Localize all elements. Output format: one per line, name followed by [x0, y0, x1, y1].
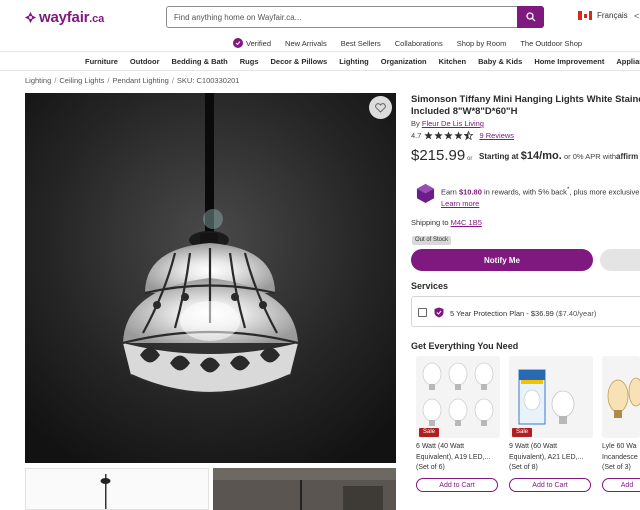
language-toggle[interactable]: Français [578, 11, 628, 20]
wayfair-logo[interactable]: wayfair.ca [24, 9, 104, 26]
breadcrumb-pendant-lighting[interactable]: Pendant Lighting [113, 76, 169, 85]
half-star-icon [464, 131, 474, 140]
rating-stars [424, 131, 474, 140]
services-heading: Services [411, 281, 449, 291]
breadcrumb-sku: SKU: C100330201 [176, 76, 240, 85]
rewards-gem-icon [416, 184, 435, 203]
top-link-best-sellers[interactable]: Best Sellers [341, 39, 381, 48]
category-organization[interactable]: Organization [381, 57, 427, 66]
search-button[interactable] [517, 6, 544, 28]
search-icon [525, 12, 535, 22]
product-image[interactable] [602, 356, 640, 438]
top-link-new-arrivals[interactable]: New Arrivals [285, 39, 327, 48]
product-rating: 4.7 9 Reviews [411, 131, 514, 140]
add-to-cart-button[interactable]: Add to Cart [416, 478, 498, 492]
rating-value: 4.7 [411, 131, 422, 140]
affirm-logo[interactable]: affirm [616, 152, 638, 161]
product-main-image[interactable] [25, 93, 396, 463]
top-link-collaborations[interactable]: Collaborations [395, 39, 443, 48]
product-brand: By Fleur De Lis Living [411, 119, 484, 128]
star-icon [424, 131, 434, 140]
reviews-link[interactable]: 9 Reviews [479, 131, 514, 140]
shield-icon [434, 307, 444, 318]
top-link-shop-by-room[interactable]: Shop by Room [457, 39, 507, 48]
sale-badge: Sale [419, 428, 440, 437]
category-baby-kids[interactable]: Baby & Kids [478, 57, 522, 66]
secondary-action-button[interactable] [600, 249, 640, 271]
protection-plan-label: 5 Year Protection Plan - $36.99 ($7.40/y… [450, 309, 597, 318]
top-links: Verified New Arrivals Best Sellers Colla… [233, 37, 596, 49]
notify-me-button[interactable]: Notify Me [411, 249, 593, 271]
sale-badge: Sale [512, 428, 533, 437]
logo-text: wayfair.ca [39, 9, 104, 26]
category-bedding-bath[interactable]: Bedding & Bath [172, 57, 228, 66]
recommendations-heading: Get Everything You Need [411, 341, 519, 351]
site-header: wayfair.ca Français < [0, 0, 640, 36]
breadcrumb-lighting[interactable]: Lighting [25, 76, 51, 85]
search-input[interactable] [167, 7, 517, 27]
category-appliances[interactable]: Appliances [616, 57, 640, 66]
category-rugs[interactable]: Rugs [240, 57, 259, 66]
product-price: $215.99 [411, 147, 466, 164]
add-to-cart-button[interactable]: Add to Cart [509, 478, 591, 492]
learn-more-link[interactable]: Learn more [441, 199, 479, 208]
product-name[interactable]: Lyle 60 Wa Incandesce (Set of 3) [602, 442, 640, 474]
shipping-info: Shipping to M4C 1B5 [411, 218, 482, 227]
product-thumbnail[interactable] [213, 468, 396, 510]
favorite-button[interactable] [369, 96, 392, 119]
price-or-label: or [467, 156, 473, 162]
stock-status-badge: Out of Stock [412, 236, 452, 245]
category-lighting[interactable]: Lighting [339, 57, 369, 66]
category-home-improvement[interactable]: Home Improvement [534, 57, 604, 66]
product-name[interactable]: 6 Watt (40 Watt Equivalent), A19 LED,...… [416, 442, 504, 474]
wayfair-logo-icon [24, 11, 37, 24]
star-icon [444, 131, 454, 140]
header-divider [0, 51, 640, 52]
language-label: Français [597, 11, 628, 20]
top-link-verified[interactable]: Verified [233, 38, 271, 48]
category-kitchen[interactable]: Kitchen [439, 57, 467, 66]
product-title: Simonson Tiffany Mini Hanging Lights Whi… [411, 94, 640, 117]
verified-check-icon [233, 38, 243, 48]
postal-code-link[interactable]: M4C 1B5 [451, 218, 482, 227]
product-thumbnail[interactable] [25, 468, 209, 510]
star-icon [434, 131, 444, 140]
category-furniture[interactable]: Furniture [85, 57, 118, 66]
category-nav: Furniture Outdoor Bedding & Bath Rugs De… [85, 55, 640, 67]
product-image[interactable]: Sale [416, 356, 500, 438]
product-name[interactable]: 9 Watt (60 Watt Equivalent), A21 LED,...… [509, 442, 597, 474]
category-decor-pillows[interactable]: Decor & Pillows [271, 57, 328, 66]
search-box [166, 6, 544, 28]
rewards-info: Earn $10.80 in rewards, with 5% back*, p… [441, 186, 640, 208]
canada-flag-icon [578, 11, 592, 20]
star-icon [454, 131, 464, 140]
nav-divider [0, 70, 640, 71]
add-to-cart-button[interactable]: Add [602, 478, 640, 492]
heart-icon [375, 102, 386, 113]
breadcrumb-ceiling-lights[interactable]: Ceiling Lights [59, 76, 104, 85]
category-outdoor[interactable]: Outdoor [130, 57, 160, 66]
breadcrumb-separator: / [107, 76, 110, 85]
brand-link[interactable]: Fleur De Lis Living [422, 119, 484, 128]
protection-plan-option[interactable]: 5 Year Protection Plan - $36.99 ($7.40/y… [411, 296, 640, 327]
protection-plan-checkbox[interactable] [418, 308, 427, 317]
financing-text: Starting at $14/mo. or 0% APR with [479, 150, 617, 162]
top-link-outdoor-shop[interactable]: The Outdoor Shop [520, 39, 582, 48]
share-icon[interactable]: < [634, 11, 639, 21]
breadcrumb: Lighting / Ceiling Lights / Pendant Ligh… [25, 76, 239, 85]
breadcrumb-separator: / [171, 76, 174, 85]
product-image[interactable]: Sale [509, 356, 593, 438]
breadcrumb-separator: / [54, 76, 57, 85]
